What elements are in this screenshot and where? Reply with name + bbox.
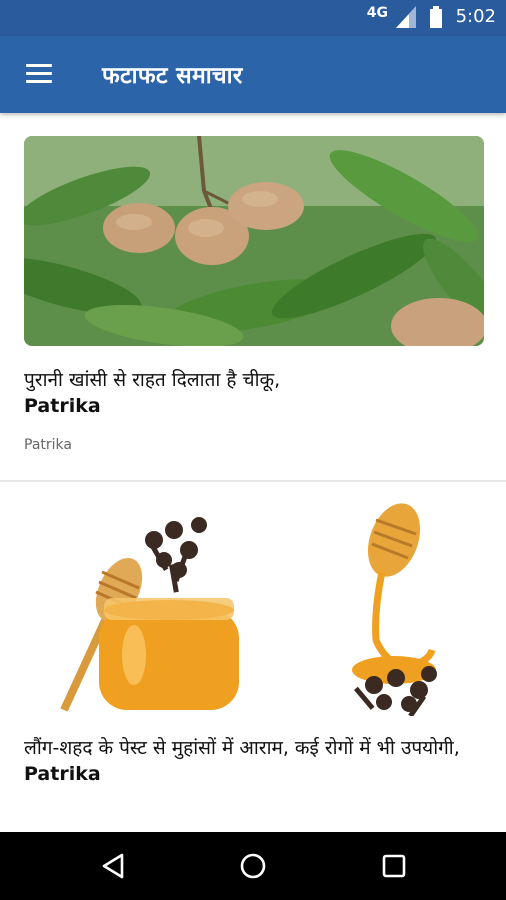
app-title: फटाफट समाचार (102, 63, 243, 89)
article-title[interactable]: लौंग-शहद के पेस्ट से मुहांसों में आराम, … (24, 735, 464, 787)
article-source: Patrika (24, 437, 72, 453)
article-title-text: पुरानी खांसी से राहत दिलाता है चीकू, (24, 369, 281, 391)
app-bar: फटाफट समाचार (0, 36, 506, 113)
clock: 5:02 (455, 6, 496, 27)
battery-icon (430, 6, 442, 28)
divider (0, 480, 506, 482)
article-title-text: लौंग-शहद के पेस्ट से मुहांसों में आराम, … (24, 737, 460, 759)
article-image-sapodilla[interactable] (24, 136, 484, 346)
status-bar: 4G 5:02 (0, 0, 506, 36)
article-source-bold: Patrika (24, 763, 101, 785)
article-title[interactable]: पुरानी खांसी से राहत दिलाता है चीकू, Pat… (24, 367, 464, 419)
article-source-bold: Patrika (24, 395, 101, 417)
back-icon[interactable] (98, 850, 130, 882)
network-type: 4G (366, 5, 388, 21)
recents-icon[interactable] (378, 850, 410, 882)
signal-icon (396, 6, 416, 28)
home-icon[interactable] (237, 850, 269, 882)
article-image-honey-cloves[interactable] (24, 490, 484, 716)
menu-icon[interactable] (26, 64, 52, 84)
navigation-bar (0, 832, 506, 900)
